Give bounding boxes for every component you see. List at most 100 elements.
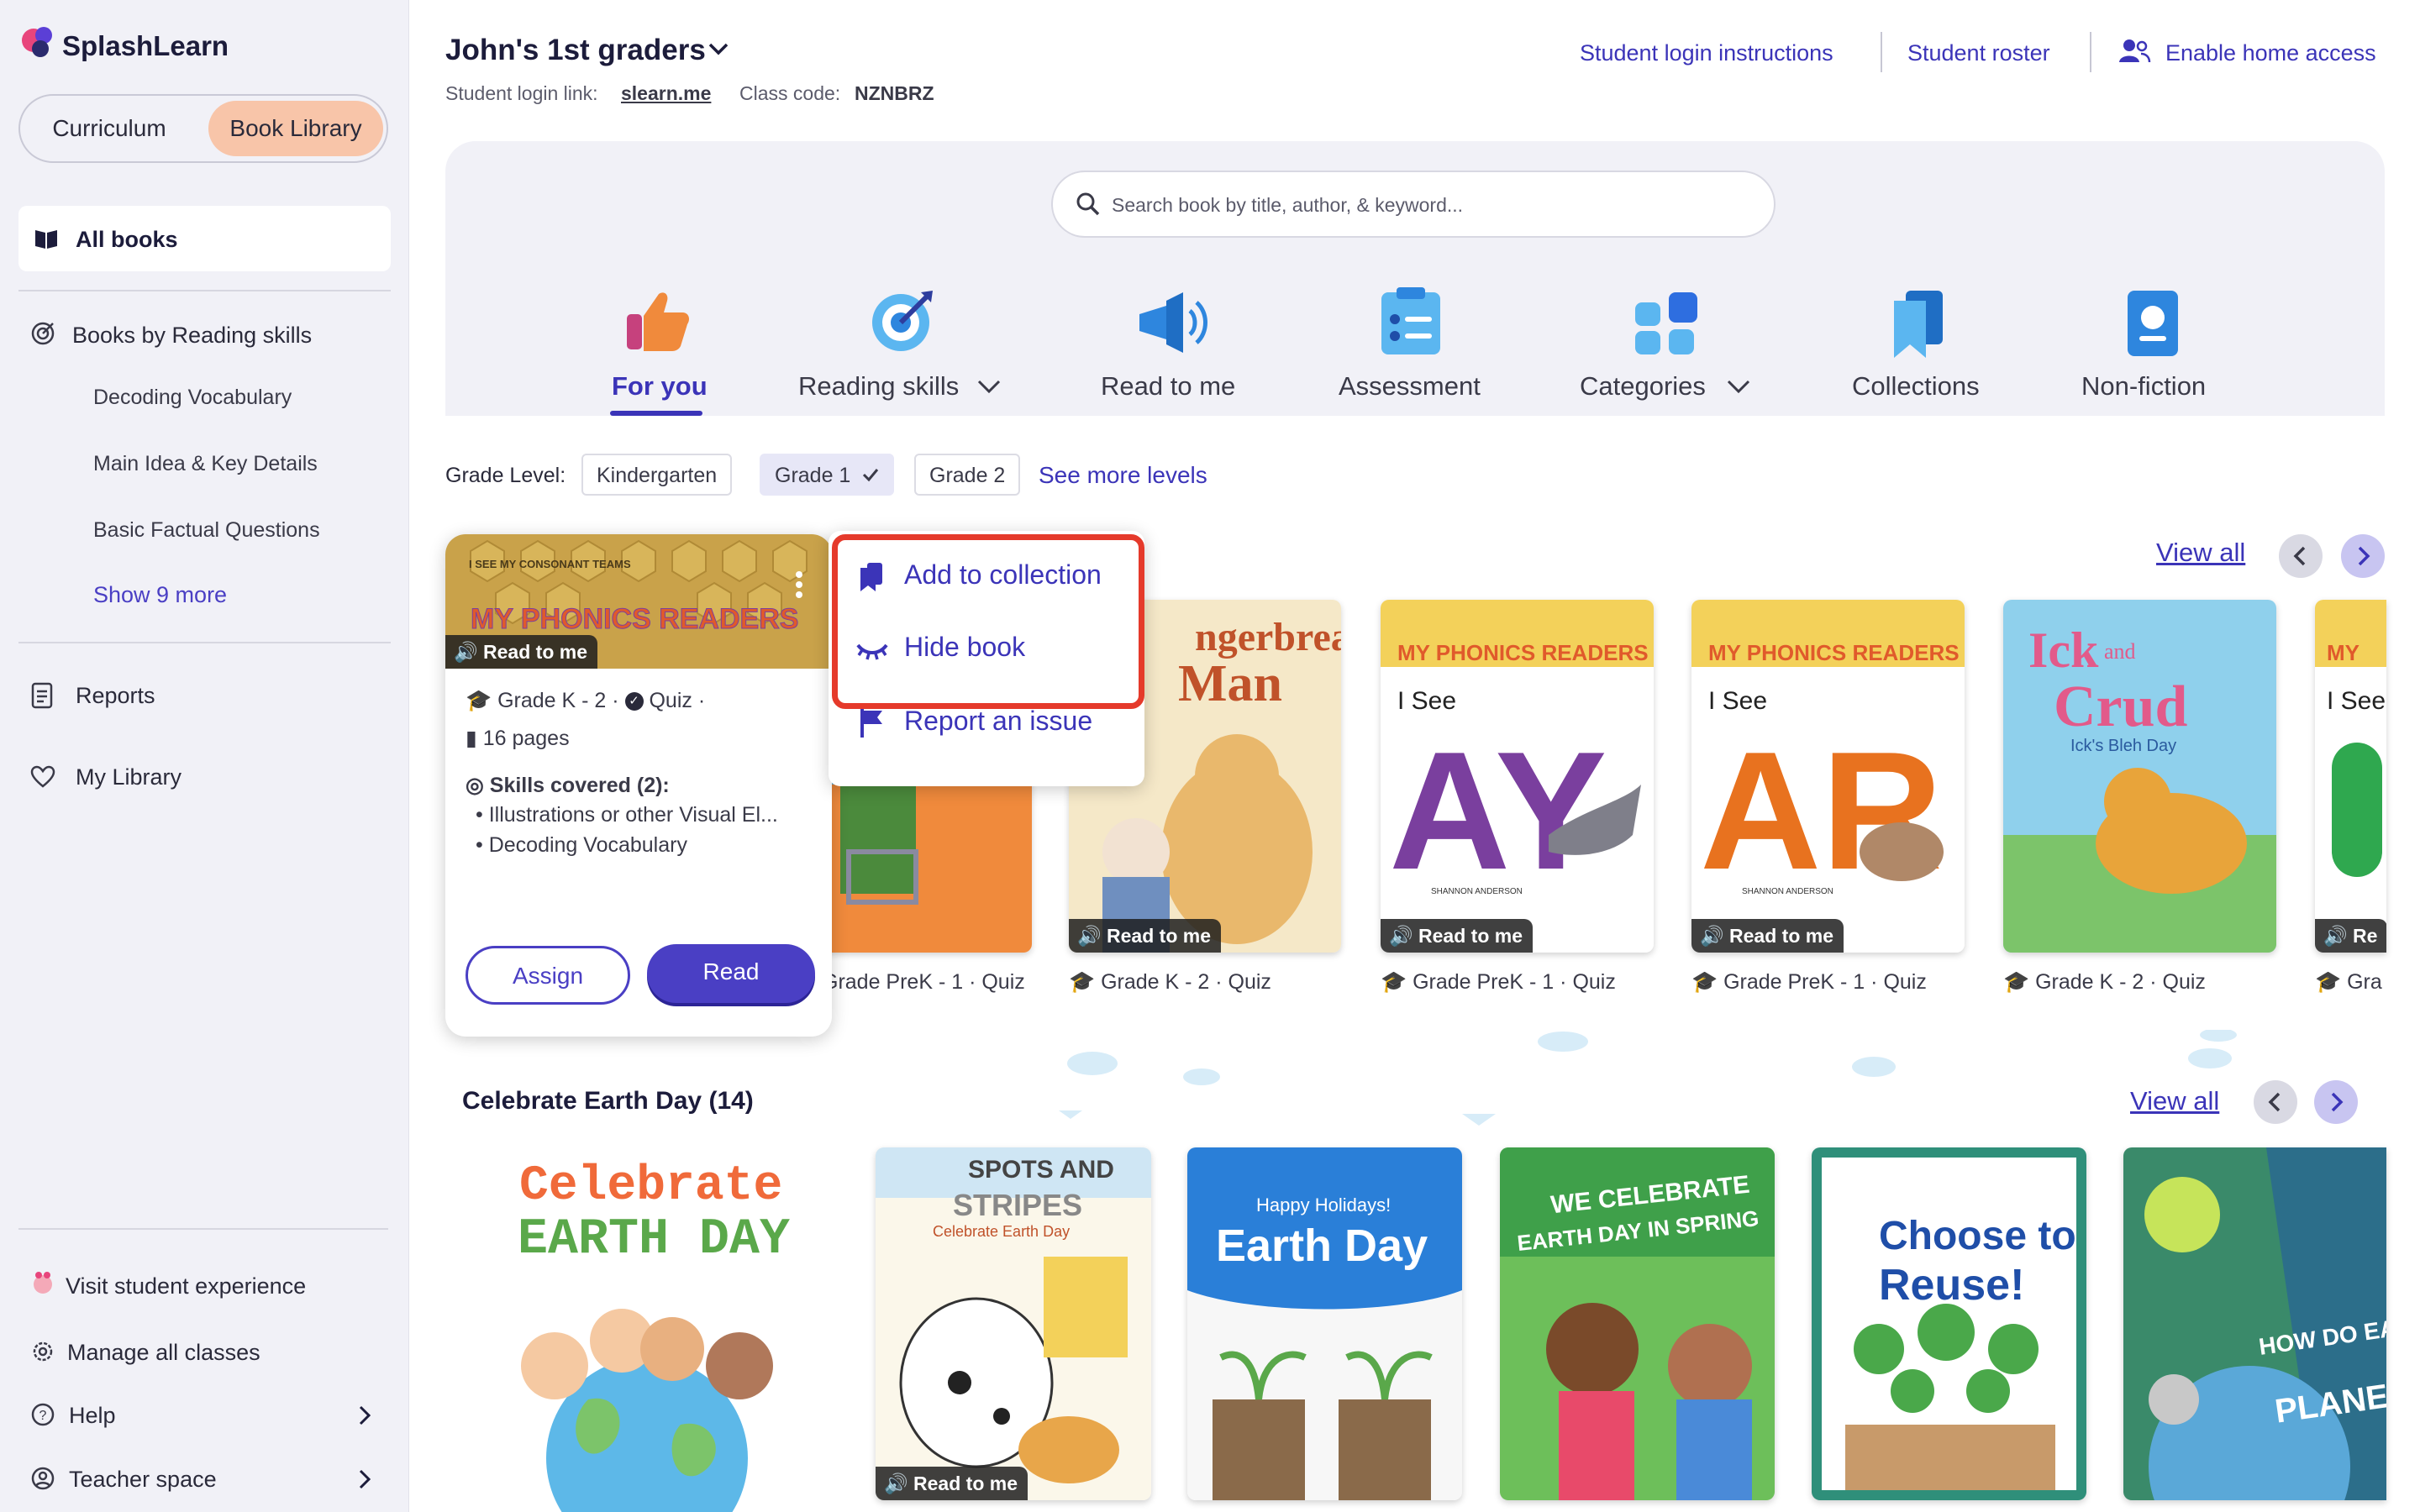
read-to-me-badge: 🔊 Read to me	[1069, 919, 1222, 953]
user-circle-icon	[30, 1466, 55, 1491]
divider	[18, 642, 391, 643]
visit-student-experience-link[interactable]: Visit student experience	[66, 1273, 306, 1299]
sidebar-item-reading-skills[interactable]: Books by Reading skills	[72, 323, 312, 349]
svg-text:SHANNON ANDERSON: SHANNON ANDERSON	[1742, 887, 1833, 896]
read-to-me-badge: 🔊 Re	[2315, 919, 2386, 953]
previous-button[interactable]	[2254, 1080, 2297, 1124]
book-cover[interactable]: MY PHONICS READERS I See AY SHANNON ANDE…	[1381, 600, 1654, 953]
view-all-link[interactable]: View all	[2130, 1086, 2219, 1116]
chevron-down-icon[interactable]	[1726, 378, 1751, 395]
sidebar-skill-item[interactable]: Main Idea & Key Details	[93, 452, 318, 476]
svg-text:I See: I See	[1397, 687, 1456, 715]
chevron-down-icon[interactable]	[976, 378, 1002, 395]
svg-text:Man: Man	[1178, 655, 1282, 712]
chevron-right-icon[interactable]	[356, 1404, 373, 1426]
help-icon: ?	[30, 1402, 55, 1427]
book-grade: 🎓 Gra	[2315, 970, 2382, 994]
manage-classes-link[interactable]: Manage all classes	[67, 1340, 260, 1366]
more-options-icon[interactable]	[793, 570, 805, 600]
book-title: Celebrate	[519, 1159, 783, 1214]
book-cover[interactable]: Celebrate EARTH DAY	[462, 1147, 820, 1512]
svg-text:I See: I See	[1708, 687, 1767, 715]
student-login-instructions-link[interactable]: Student login instructions	[1580, 40, 1833, 66]
book-title: Earth Day	[1216, 1221, 1428, 1271]
book-series: I SEE MY CONSONANT TEAMS	[469, 558, 631, 570]
book-grade: 🎓 Grade PreK - 1 · Quiz	[1381, 970, 1616, 994]
book-cover[interactable]: MY PHONICS READERS I SEE MY CONSONANT TE…	[445, 534, 832, 669]
tab-read-to-me[interactable]: Read to me	[1101, 371, 1235, 402]
book-pages: ▮ 16 pages	[466, 727, 570, 750]
book-title: Happy Holidays!	[1256, 1194, 1392, 1215]
read-to-me-badge: 🔊 Read to me	[876, 1467, 1028, 1500]
divider	[18, 290, 391, 291]
book-cover[interactable]: Happy Holidays! Earth Day	[1187, 1147, 1462, 1500]
skill-item: • Illustrations or other Visual El...	[476, 803, 778, 827]
grade-chip-grade-2[interactable]: Grade 2	[914, 454, 1021, 496]
megaphone-icon	[1134, 287, 1210, 358]
help-link[interactable]: Help	[69, 1403, 116, 1429]
grid-icon	[1634, 291, 1704, 358]
svg-text:?: ?	[39, 1409, 47, 1423]
heart-icon	[30, 765, 55, 789]
chevron-right-icon[interactable]	[356, 1468, 373, 1490]
sidebar: SplashLearn Curriculum Book Library All …	[0, 0, 409, 1512]
flag-icon	[859, 707, 886, 739]
previous-button[interactable]	[2279, 534, 2323, 578]
book-grade: 🎓 Grade K - 2 · ✓ Quiz ·	[466, 689, 706, 712]
bookmark-icon	[1889, 287, 1948, 360]
enable-home-access-link[interactable]: Enable home access	[2165, 40, 2376, 66]
book-cover[interactable]: Choose to Reuse!	[1812, 1147, 2086, 1500]
show-more-link[interactable]: Show 9 more	[93, 582, 227, 608]
svg-text:ngerbread: ngerbread	[1195, 615, 1341, 659]
tab-reading-skills[interactable]: Reading skills	[798, 371, 959, 402]
tab-categories[interactable]: Categories	[1580, 371, 1706, 402]
next-button[interactable]	[2314, 1080, 2358, 1124]
read-button[interactable]: Read	[647, 944, 815, 1003]
brand-name[interactable]: SplashLearn	[62, 30, 229, 62]
class-name[interactable]: John's 1st graders	[445, 34, 706, 67]
search-icon	[1075, 191, 1102, 218]
skills-covered-title: ◎ Skills covered (2):	[466, 774, 670, 797]
login-link[interactable]: slearn.me	[621, 82, 711, 105]
sidebar-skill-item[interactable]: Decoding Vocabulary	[93, 386, 292, 410]
grade-chip-kindergarten[interactable]: Kindergarten	[581, 454, 733, 496]
svg-text:Ick's Bleh Day: Ick's Bleh Day	[2070, 737, 2176, 755]
book-cover[interactable]: WE CELEBRATE EARTH DAY IN SPRING	[1500, 1147, 1775, 1500]
target-icon	[30, 321, 55, 346]
tab-book-library[interactable]: Book Library	[208, 101, 383, 156]
class-code-label: Class code:	[739, 82, 841, 104]
tab-non-fiction[interactable]: Non-fiction	[2081, 371, 2206, 402]
sidebar-item-all-books[interactable]: All books	[18, 206, 391, 271]
active-tab-indicator	[610, 411, 702, 416]
next-button[interactable]	[2341, 534, 2385, 578]
chevron-down-icon[interactable]	[708, 40, 729, 57]
assign-button[interactable]: Assign	[466, 946, 630, 1005]
see-more-levels-link[interactable]: See more levels	[1039, 462, 1207, 489]
sidebar-item-my-library[interactable]: My Library	[76, 764, 182, 790]
book-grade: 🎓 Grade PreK - 1 · Quiz	[1691, 970, 1927, 994]
teacher-space-link[interactable]: Teacher space	[69, 1467, 217, 1493]
student-roster-link[interactable]: Student roster	[1907, 40, 2050, 66]
svg-text:Ick: Ick	[2028, 622, 2099, 678]
book-cover[interactable]: SPOTS AND STRIPES Celebrate Earth Day 🔊 …	[876, 1147, 1151, 1500]
book-preview-card[interactable]: MY PHONICS READERS I SEE MY CONSONANT TE…	[445, 534, 832, 1037]
book-cover[interactable]: HOW DO EARTH-LINGS PLANET?	[2123, 1147, 2386, 1500]
tab-collections[interactable]: Collections	[1852, 371, 1980, 402]
read-to-me-badge: 🔊 Read to me	[445, 635, 598, 669]
book-cover[interactable]: Ick and Crud Ick's Bleh Day	[2003, 600, 2276, 953]
book-cover[interactable]: MY PHONICS READERS I See AR SHANNON ANDE…	[1691, 600, 1965, 953]
search-input[interactable]: Search book by title, author, & keyword.…	[1051, 171, 1776, 238]
sidebar-skill-item[interactable]: Basic Factual Questions	[93, 518, 320, 543]
book-cover[interactable]: MY I See 🔊 Re	[2315, 600, 2386, 953]
splashlearn-logo-icon[interactable]	[18, 24, 57, 62]
divider	[2090, 32, 2091, 72]
view-all-link[interactable]: View all	[2156, 538, 2245, 568]
search-placeholder: Search book by title, author, & keyword.…	[1112, 194, 1464, 216]
tab-assessment[interactable]: Assessment	[1339, 371, 1481, 402]
tab-for-you[interactable]: For you	[612, 371, 708, 402]
grade-chip-grade-1[interactable]: Grade 1	[760, 454, 895, 496]
book-subtitle: Celebrate Earth Day	[933, 1223, 1071, 1240]
sidebar-item-reports[interactable]: Reports	[76, 683, 155, 709]
login-link-label: Student login link:	[445, 82, 598, 104]
tab-curriculum[interactable]: Curriculum	[25, 101, 193, 156]
